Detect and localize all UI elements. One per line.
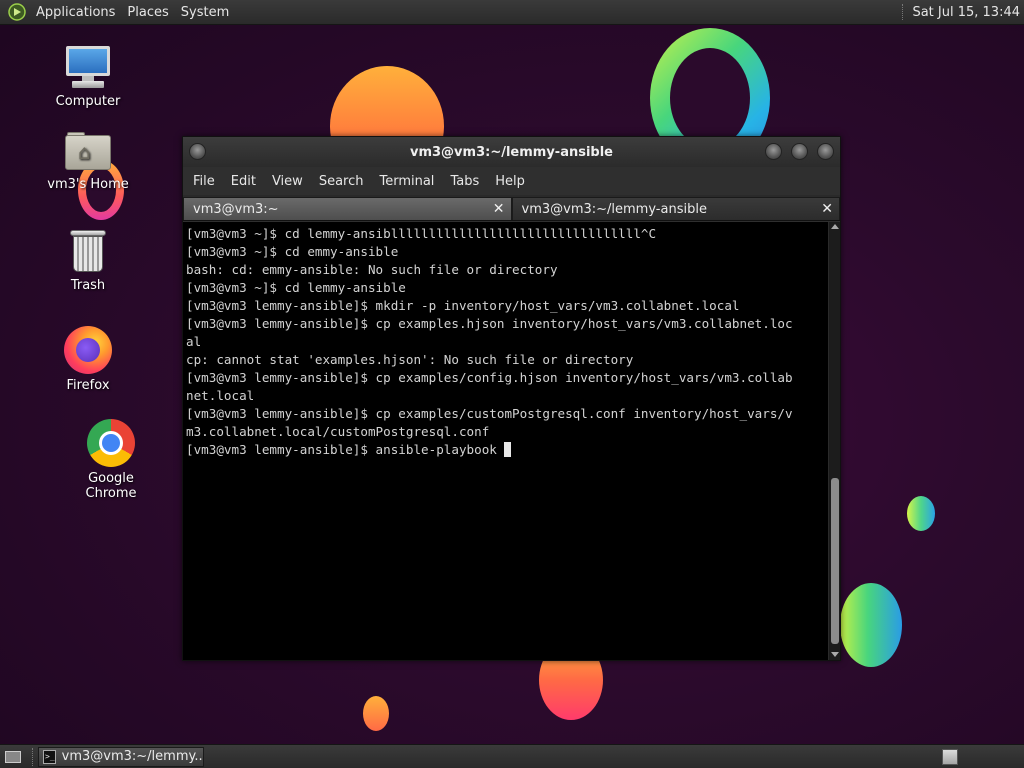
maximize-button[interactable] <box>791 143 808 160</box>
scroll-down-icon[interactable] <box>831 652 839 657</box>
system-menu[interactable]: System <box>177 5 237 20</box>
terminal-line: m3.collabnet.local/customPostgresql.conf <box>186 424 490 439</box>
terminal-tabbar: vm3@vm3:~ ✕ vm3@vm3:~/lemmy-ansible ✕ <box>183 195 840 221</box>
desktop-icon-label: Google Chrome <box>85 471 137 501</box>
terminal-output[interactable]: [vm3@vm3 ~]$ cd lemmy-ansiblllllllllllll… <box>183 222 828 660</box>
window-menu-button[interactable] <box>189 143 206 160</box>
computer-icon <box>64 46 112 90</box>
menu-search[interactable]: Search <box>311 174 372 189</box>
trash-icon <box>68 230 108 274</box>
terminal-line: [vm3@vm3 ~]$ cd emmy-ansible <box>186 244 399 259</box>
terminal-line: cp: cannot stat 'examples.hjson': No suc… <box>186 352 634 367</box>
tab-label: vm3@vm3:~ <box>193 201 279 217</box>
close-window-button[interactable] <box>817 143 834 160</box>
prompt-text: [vm3@vm3 lemmy-ansible]$ ansible-playboo… <box>186 442 505 457</box>
terminal-icon: >_ <box>43 749 56 764</box>
desktop-icon-computer[interactable]: Computer <box>38 46 138 109</box>
show-desktop-icon <box>5 750 21 763</box>
menu-tabs[interactable]: Tabs <box>442 174 487 189</box>
clock[interactable]: Sat Jul 15, 13:44 <box>912 5 1020 20</box>
terminal-window[interactable]: vm3@vm3:~/lemmy-ansible File Edit View S… <box>182 136 841 661</box>
terminal-line: [vm3@vm3 ~]$ cd lemmy-ansible <box>186 280 406 295</box>
scrollbar-thumb[interactable] <box>831 478 839 644</box>
terminal-tab-home[interactable]: vm3@vm3:~ ✕ <box>183 197 512 220</box>
terminal-line: [vm3@vm3 lemmy-ansible]$ cp examples/con… <box>186 370 793 385</box>
window-titlebar[interactable]: vm3@vm3:~/lemmy-ansible <box>183 137 840 167</box>
home-folder-icon: ⌂ <box>65 130 111 170</box>
terminal-tab-lemmy-ansible[interactable]: vm3@vm3:~/lemmy-ansible ✕ <box>511 197 840 220</box>
terminal-line: [vm3@vm3 lemmy-ansible]$ mkdir -p invent… <box>186 298 740 313</box>
terminal-line: [vm3@vm3 ~]$ cd lemmy-ansiblllllllllllll… <box>186 226 657 241</box>
terminal-line: [vm3@vm3 lemmy-ansible]$ cp examples/cus… <box>186 406 793 421</box>
terminal-line: bash: cd: emmy-ansible: No such file or … <box>186 262 558 277</box>
close-tab-icon[interactable]: ✕ <box>493 201 505 217</box>
desktop-icon-label: vm3's Home <box>47 177 129 192</box>
wallpaper-green-blob <box>840 583 902 667</box>
desktop-icon-chrome[interactable]: Google Chrome <box>61 419 161 501</box>
terminal-scrollbar[interactable] <box>828 222 840 660</box>
chrome-icon <box>87 419 135 467</box>
taskbar-terminal-button[interactable]: >_ vm3@vm3:~/lemmy... <box>38 746 204 767</box>
window-title: vm3@vm3:~/lemmy-ansible <box>409 144 613 160</box>
terminal-line: net.local <box>186 388 255 403</box>
workspace-switcher[interactable] <box>942 748 958 765</box>
desktop-icon-label: Trash <box>70 278 106 293</box>
menu-edit[interactable]: Edit <box>223 174 264 189</box>
minimize-button[interactable] <box>765 143 782 160</box>
panel-separator <box>902 4 904 20</box>
desktop-icon-firefox[interactable]: Firefox <box>38 326 138 393</box>
terminal-prompt-line: [vm3@vm3 lemmy-ansible]$ ansible-playboo… <box>186 441 825 459</box>
desktop-icon-label: Computer <box>55 94 121 109</box>
tab-label: vm3@vm3:~/lemmy-ansible <box>521 201 707 217</box>
terminal-cursor <box>504 442 512 457</box>
taskbar-separator <box>32 747 34 766</box>
terminal-line: [vm3@vm3 lemmy-ansible]$ cp examples.hjs… <box>186 316 793 331</box>
menu-help[interactable]: Help <box>487 174 533 189</box>
terminal-menubar: File Edit View Search Terminal Tabs Help <box>183 167 840 195</box>
wallpaper-orange-dot <box>363 696 389 731</box>
places-menu[interactable]: Places <box>123 5 176 20</box>
close-tab-icon[interactable]: ✕ <box>821 201 833 217</box>
taskbar-label: vm3@vm3:~/lemmy... <box>61 749 204 764</box>
menu-file[interactable]: File <box>185 174 223 189</box>
applications-menu[interactable]: Applications <box>32 5 123 20</box>
bottom-panel: >_ vm3@vm3:~/lemmy... <box>0 744 1024 768</box>
menu-terminal[interactable]: Terminal <box>371 174 442 189</box>
wallpaper-green-dot <box>907 496 935 531</box>
distro-logo-icon[interactable] <box>8 3 26 21</box>
top-panel: Applications Places System Sat Jul 15, 1… <box>0 0 1024 25</box>
terminal-line: al <box>186 334 202 349</box>
firefox-icon <box>64 326 112 374</box>
desktop-icon-home[interactable]: ⌂ vm3's Home <box>38 130 138 192</box>
scroll-up-icon[interactable] <box>831 224 839 229</box>
show-desktop-button[interactable] <box>2 748 24 766</box>
desktop-icon-label: Firefox <box>66 378 110 393</box>
menu-view[interactable]: View <box>264 174 311 189</box>
desktop-icon-trash[interactable]: Trash <box>38 230 138 293</box>
